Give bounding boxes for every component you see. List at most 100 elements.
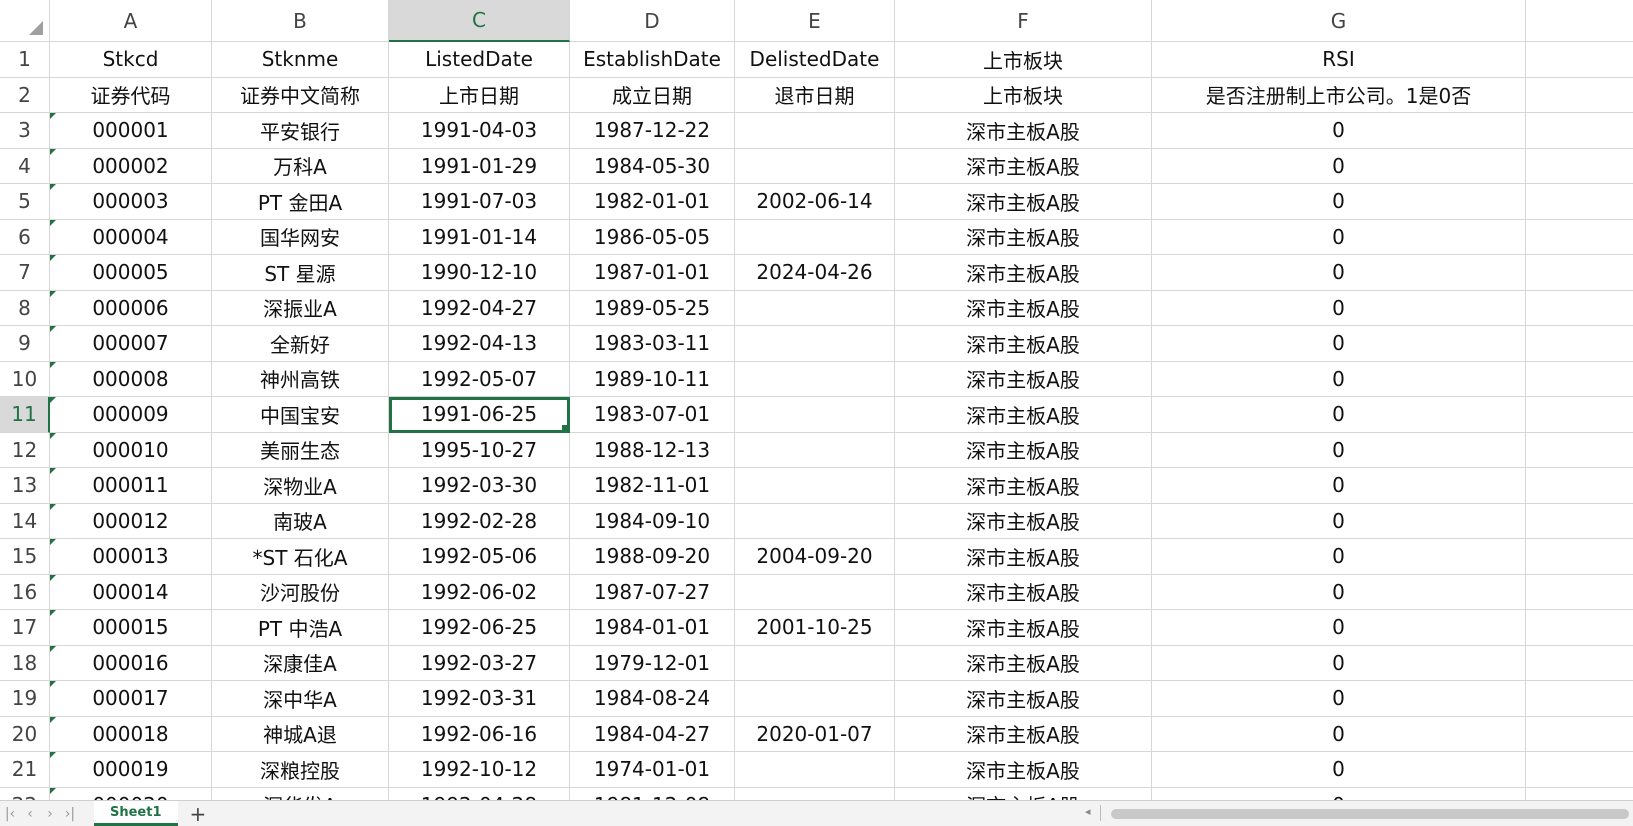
cell-b[interactable]: Stknme <box>212 42 389 78</box>
cell-h[interactable] <box>1526 610 1633 646</box>
cell-f[interactable]: 深市主板A股 <box>895 610 1152 646</box>
row-header[interactable]: 3 <box>0 113 50 149</box>
cell-a[interactable]: 000012 <box>50 503 212 539</box>
cell-b[interactable]: PT 金田A <box>212 184 389 220</box>
cell-e[interactable]: 2004-09-20 <box>735 539 895 575</box>
cell-a[interactable]: 000016 <box>50 645 212 681</box>
cell-d[interactable]: 1989-05-25 <box>570 290 735 326</box>
cell-f[interactable]: 深市主板A股 <box>895 326 1152 362</box>
cell-f[interactable]: 深市主板A股 <box>895 752 1152 788</box>
row-header[interactable]: 21 <box>0 752 50 788</box>
cell-d[interactable]: 1986-05-05 <box>570 219 735 255</box>
cell-h[interactable] <box>1526 681 1633 717</box>
cell-d[interactable]: 1987-07-27 <box>570 574 735 610</box>
column-header-c[interactable]: C <box>389 0 570 42</box>
cell-b[interactable]: 万科A <box>212 148 389 184</box>
cell-a[interactable]: 000002 <box>50 148 212 184</box>
cell-d[interactable]: 1982-01-01 <box>570 184 735 220</box>
row-header[interactable]: 1 <box>0 42 50 78</box>
cell-h[interactable] <box>1526 433 1633 468</box>
cell-h[interactable] <box>1526 42 1633 78</box>
cell-c[interactable]: 1991-04-03 <box>389 113 570 149</box>
cell-c[interactable]: 1995-10-27 <box>389 432 570 468</box>
cell-b[interactable]: 深粮控股 <box>212 752 389 788</box>
row-header[interactable]: 14 <box>0 503 50 539</box>
column-header-a[interactable]: A <box>50 0 212 42</box>
cell-g[interactable]: 0 <box>1152 681 1526 717</box>
cell-g[interactable]: 0 <box>1152 184 1526 220</box>
cell-e[interactable] <box>735 503 895 539</box>
scrollbar-thumb[interactable] <box>1111 809 1629 819</box>
cell-c[interactable]: 1992-06-02 <box>389 574 570 610</box>
cell-d[interactable]: 1984-01-01 <box>570 610 735 646</box>
cell-b[interactable]: 中国宝安 <box>212 397 389 433</box>
cell-d[interactable]: 1981-12-08 <box>570 787 735 800</box>
cell-c[interactable]: 1991-01-29 <box>389 148 570 184</box>
row-header[interactable]: 13 <box>0 468 50 504</box>
cell-e[interactable] <box>735 113 895 149</box>
cell-g[interactable]: 0 <box>1152 574 1526 610</box>
cell-g[interactable]: 0 <box>1152 326 1526 362</box>
cell-f[interactable]: 深市主板A股 <box>895 219 1152 255</box>
cell-e[interactable] <box>735 397 895 433</box>
cell-c[interactable]: 1992-04-13 <box>389 326 570 362</box>
last-sheet-icon[interactable]: ›| <box>60 806 80 822</box>
cell-f[interactable]: 深市主板A股 <box>895 503 1152 539</box>
cell-g[interactable]: 0 <box>1152 113 1526 149</box>
cell-a[interactable]: 000004 <box>50 219 212 255</box>
row-header[interactable]: 17 <box>0 610 50 646</box>
cell-e[interactable]: 2024-04-26 <box>735 255 895 291</box>
cell-h[interactable] <box>1526 468 1633 504</box>
add-sheet-button[interactable]: + <box>190 802 207 826</box>
cell-d[interactable]: 1979-12-01 <box>570 645 735 681</box>
cell-c[interactable]: 1992-06-25 <box>389 610 570 646</box>
cell-e[interactable]: 2001-10-25 <box>735 610 895 646</box>
column-header-g[interactable]: G <box>1152 0 1526 42</box>
cell-g[interactable]: 是否注册制上市公司。1是0否 <box>1152 77 1526 113</box>
cell-f[interactable]: 深市主板A股 <box>895 148 1152 184</box>
first-sheet-icon[interactable]: |‹ <box>0 806 20 822</box>
cell-a[interactable]: 000007 <box>50 326 212 362</box>
row-header[interactable]: 19 <box>0 681 50 717</box>
cell-a[interactable]: 000015 <box>50 610 212 646</box>
cell-b[interactable]: 深康佳A <box>212 645 389 681</box>
cell-f[interactable]: 深市主板A股 <box>895 681 1152 717</box>
cell-d[interactable]: 成立日期 <box>570 77 735 113</box>
cell-g[interactable]: 0 <box>1152 432 1526 468</box>
cell-b[interactable]: 神州高铁 <box>212 361 389 397</box>
cell-d[interactable]: EstablishDate <box>570 42 735 78</box>
row-header[interactable]: 18 <box>0 645 50 681</box>
cell-f[interactable]: 深市主板A股 <box>895 113 1152 149</box>
cell-b[interactable]: 南玻A <box>212 503 389 539</box>
cell-b[interactable]: ST 星源 <box>212 255 389 291</box>
cell-h[interactable] <box>1526 575 1633 610</box>
select-all-corner[interactable] <box>0 0 50 42</box>
cell-g[interactable]: 0 <box>1152 468 1526 504</box>
cell-f[interactable]: 深市主板A股 <box>895 645 1152 681</box>
cell-f[interactable]: 深市主板A股 <box>895 255 1152 291</box>
cell-d[interactable]: 1988-09-20 <box>570 539 735 575</box>
column-header-f[interactable]: F <box>895 0 1152 42</box>
row-header[interactable]: 4 <box>0 148 50 184</box>
cell-f[interactable]: 深市主板A股 <box>895 432 1152 468</box>
cell-b[interactable]: 深中华A <box>212 681 389 717</box>
cell-c[interactable]: 1992-04-27 <box>389 290 570 326</box>
cell-f[interactable]: 深市主板A股 <box>895 574 1152 610</box>
cell-d[interactable]: 1987-12-22 <box>570 113 735 149</box>
cell-e[interactable] <box>735 290 895 326</box>
cell-a[interactable]: 000006 <box>50 290 212 326</box>
cell-h[interactable] <box>1526 362 1633 397</box>
cell-a[interactable]: 000013 <box>50 539 212 575</box>
cell-d[interactable]: 1984-04-27 <box>570 716 735 752</box>
cell-h[interactable] <box>1526 788 1633 801</box>
cell-c[interactable]: 1990-12-10 <box>389 255 570 291</box>
cell-d[interactable]: 1982-11-01 <box>570 468 735 504</box>
cell-e[interactable] <box>735 645 895 681</box>
cell-g[interactable]: 0 <box>1152 255 1526 291</box>
cell-g[interactable]: 0 <box>1152 610 1526 646</box>
cell-e[interactable] <box>735 432 895 468</box>
row-header[interactable]: 10 <box>0 361 50 397</box>
cell-a[interactable]: 000010 <box>50 432 212 468</box>
cell-e[interactable] <box>735 681 895 717</box>
cell-e[interactable] <box>735 361 895 397</box>
